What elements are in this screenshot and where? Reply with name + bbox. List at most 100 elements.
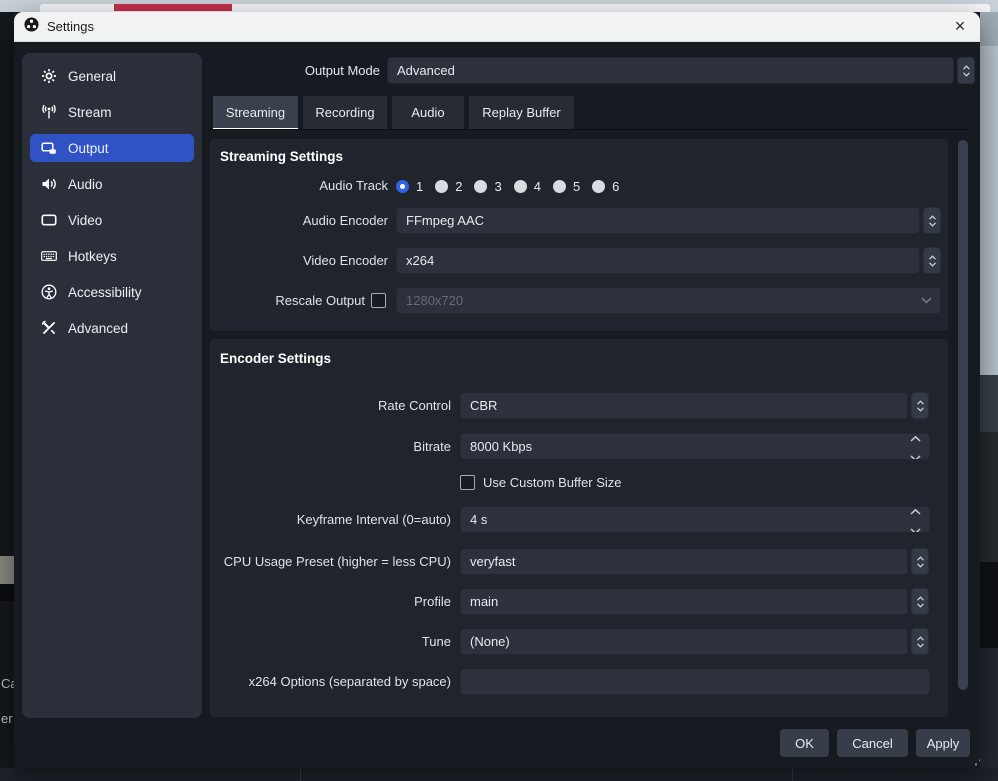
resize-grip-icon[interactable] [973,754,980,767]
output-mode-combo[interactable]: Advanced [387,57,954,84]
background-divider [792,768,793,781]
output-mode-label: Output Mode [220,57,380,84]
audio-track-option-3[interactable]: 3 [474,179,501,194]
tab-audio[interactable]: Audio [392,96,464,130]
sidebar-item-audio[interactable]: Audio [30,170,194,198]
sidebar-item-accessibility[interactable]: Accessibility [30,278,194,306]
output-mode-combo-arrows[interactable] [957,57,975,84]
audio-track-option-5[interactable]: 5 [553,179,580,194]
spin-up-icon[interactable] [910,433,921,445]
background-right-sliver [980,12,998,781]
radio-option-label: 2 [455,179,462,194]
radio-option-label: 1 [416,179,423,194]
spin-down-icon[interactable] [910,449,921,461]
tab-recording[interactable]: Recording [303,96,387,130]
background-patch [980,432,998,562]
sidebar-item-output[interactable]: Output [30,134,194,162]
streaming-settings-panel: Streaming Settings Audio Track 123456 Au… [210,139,948,331]
x264-options-input[interactable] [460,668,930,695]
bitrate-field[interactable]: 8000 Kbps [460,433,930,460]
tab-streaming[interactable]: Streaming [213,96,298,130]
audio-track-option-1[interactable]: 1 [396,179,423,194]
profile-value: main [470,594,498,609]
tab-replay-buffer[interactable]: Replay Buffer [469,96,574,130]
profile-field[interactable]: main [460,588,908,615]
sidebar-item-general[interactable]: General [30,62,194,90]
cpu-usage-preset-field[interactable]: veryfast [460,548,908,575]
sidebar-item-label: Video [68,213,102,228]
sidebar-item-stream[interactable]: Stream [30,98,194,126]
sidebar-item-advanced[interactable]: Advanced [30,314,194,342]
radio-button[interactable] [592,180,605,193]
bitrate-spinner[interactable] [910,434,921,459]
radio-button[interactable] [514,180,527,193]
rescale-output-checkbox[interactable] [371,293,386,308]
background-red-bar [114,4,232,11]
tune-field[interactable]: (None) [460,628,908,655]
audio-encoder-value: FFmpeg AAC [406,213,484,228]
apply-button[interactable]: Apply [916,729,970,757]
keyframe-interval-field[interactable]: 4 s [460,506,930,533]
bitrate-value: 8000 Kbps [470,439,532,454]
spin-down-icon[interactable] [910,522,921,534]
audio-track-option-2[interactable]: 2 [435,179,462,194]
background-patch [980,562,998,648]
x264-options-label: x264 Options (separated by space) [210,668,451,695]
use-custom-buffer-size-checkbox[interactable] [460,475,475,490]
ok-button[interactable]: OK [780,729,829,757]
settings-dialog: Settings × General Stream Output Audio Video… [14,12,980,768]
audio-encoder-combo-arrows[interactable] [923,207,941,234]
video-encoder-combo-arrows[interactable] [923,247,941,274]
rescale-output-combo[interactable]: 1280x720 [396,287,941,314]
sidebar-item-video[interactable]: Video [30,206,194,234]
output-tab-bar: StreamingRecordingAudioReplay Buffer [213,96,574,130]
background-divider [300,768,301,781]
accessibility-icon [40,284,57,300]
audio-encoder-field[interactable]: FFmpeg AAC [396,207,920,234]
spin-up-icon[interactable] [910,506,921,518]
settings-scrollbar[interactable] [956,140,970,716]
tab-divider [210,129,970,130]
background-left-sliver: Ca er [0,12,14,781]
scrollbar-thumb[interactable] [958,140,968,690]
tools-icon [40,320,57,336]
radio-button[interactable] [435,180,448,193]
radio-button[interactable] [396,180,409,193]
sidebar-item-label: Advanced [68,321,128,336]
audio-encoder-label: Audio Encoder [210,207,388,234]
use-custom-buffer-size-label: Use Custom Buffer Size [483,475,621,491]
sidebar-item-label: Stream [68,105,112,120]
obs-logo-icon [24,17,39,37]
radio-button[interactable] [474,180,487,193]
video-encoder-field[interactable]: x264 [396,247,920,274]
output-icon [40,140,57,156]
radio-option-label: 3 [494,179,501,194]
rate-control-combo-arrows[interactable] [911,392,929,419]
dialog-body: General Stream Output Audio Video Hotkeys Acce… [14,42,980,768]
sidebar-item-hotkeys[interactable]: Hotkeys [30,242,194,270]
speaker-icon [40,176,57,192]
rate-control-label: Rate Control [210,392,451,419]
cancel-button[interactable]: Cancel [837,729,908,757]
keyframe-interval-label: Keyframe Interval (0=auto) [210,506,451,533]
rate-control-field[interactable]: CBR [460,392,908,419]
keyframe-interval-spinner[interactable] [910,507,921,532]
streaming-settings-heading: Streaming Settings [220,149,343,164]
audio-track-option-6[interactable]: 6 [592,179,619,194]
profile-combo-arrows[interactable] [911,588,929,615]
radio-option-label: 4 [534,179,541,194]
titlebar[interactable]: Settings × [14,12,980,42]
background-patch [0,556,14,584]
sidebar-item-label: Hotkeys [68,249,117,264]
background-patch [980,648,998,781]
audio-track-option-4[interactable]: 4 [514,179,541,194]
chevron-down-icon [921,288,932,313]
rate-control-value: CBR [470,398,497,413]
radio-button[interactable] [553,180,566,193]
tune-combo-arrows[interactable] [911,628,929,655]
close-icon[interactable]: × [948,15,972,39]
background-text-fragment: Ca [1,676,14,691]
video-encoder-value: x264 [406,253,434,268]
rescale-output-value: 1280x720 [406,293,463,308]
cpu-usage-preset-combo-arrows[interactable] [911,548,929,575]
